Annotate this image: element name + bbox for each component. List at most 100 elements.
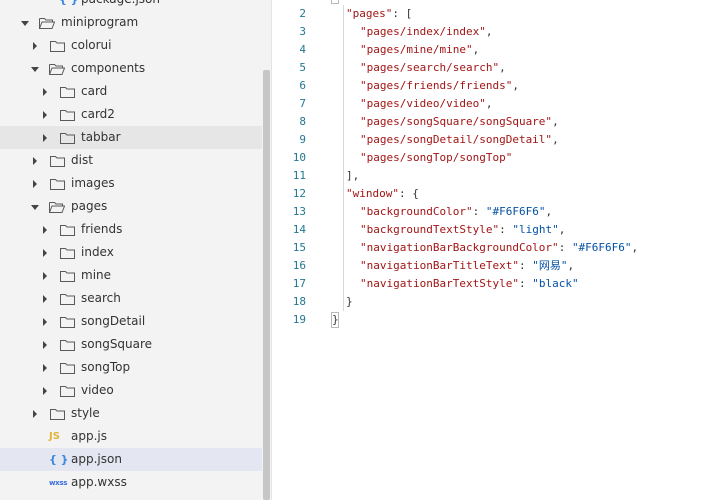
tree-item-label: style — [71, 406, 100, 420]
line-number: 14 — [292, 223, 306, 236]
chevron-right-icon[interactable] — [39, 362, 51, 374]
tree-file-app-json[interactable]: { } app.json — [0, 448, 262, 471]
code-line[interactable]: 13 "backgroundColor": "#F6F6F6", — [272, 203, 701, 221]
chevron-right-icon[interactable] — [39, 224, 51, 236]
explorer-scrollbar-thumb[interactable] — [263, 70, 270, 500]
code-line[interactable]: 12 "window": { — [272, 185, 701, 203]
code-text: "pages/friends/friends", — [360, 77, 519, 95]
line-number: 10 — [292, 151, 306, 164]
tree-folder-video[interactable]: video — [0, 379, 262, 402]
line-number: 13 — [292, 205, 306, 218]
folder-open-icon — [49, 62, 65, 76]
line-number: 3 — [299, 25, 306, 38]
code-text: "navigationBarBackgroundColor": "#F6F6F6… — [360, 239, 638, 257]
code-line[interactable]: 10 "pages/songTop/songTop" — [272, 149, 701, 167]
code-line[interactable]: 5 "pages/search/search", — [272, 59, 701, 77]
folder-icon — [59, 315, 75, 329]
json-key-token: "navigationBarBackgroundColor" — [360, 241, 559, 254]
chevron-down-icon[interactable] — [19, 17, 31, 29]
line-number: 9 — [299, 133, 306, 146]
tree-folder-mine[interactable]: mine — [0, 264, 262, 287]
code-line[interactable]: 14 "backgroundTextStyle": "light", — [272, 221, 701, 239]
tree-folder-card2[interactable]: card2 — [0, 103, 262, 126]
chevron-right-icon[interactable] — [39, 247, 51, 259]
chevron-right-icon[interactable] — [29, 155, 41, 167]
code-line[interactable]: 4 "pages/mine/mine", — [272, 41, 701, 59]
folder-icon — [59, 384, 75, 398]
tree-folder-tabbar[interactable]: tabbar — [0, 126, 262, 149]
tree-folder-pages[interactable]: pages — [0, 195, 262, 218]
tree-folder-songsquare[interactable]: songSquare — [0, 333, 262, 356]
tree-file-package-json[interactable]: { }package.json — [0, 0, 262, 11]
chevron-down-icon[interactable] — [29, 201, 41, 213]
tree-folder-style[interactable]: style — [0, 402, 262, 425]
line-number: 7 — [299, 97, 306, 110]
json-punc-token: , — [567, 259, 575, 272]
code-line[interactable]: 18} — [272, 293, 701, 311]
tree-folder-miniprogram[interactable]: miniprogram — [0, 11, 262, 34]
line-number: 8 — [299, 115, 306, 128]
folder-icon — [49, 407, 65, 421]
code-text: "pages/songTop/songTop" — [360, 149, 512, 167]
code-text: "pages/songSquare/songSquare", — [360, 113, 559, 131]
tree-item-label: mine — [81, 268, 112, 282]
code-editor[interactable]: 2 "pages": [ 3 "pages/index/index", 4 "pages/… — [272, 0, 701, 500]
code-text: "pages/index/index", — [360, 23, 492, 41]
chevron-right-icon[interactable] — [39, 109, 51, 121]
code-text: "pages/search/search", — [360, 59, 506, 77]
folder-icon — [59, 361, 75, 375]
code-line[interactable]: 6 "pages/friends/friends", — [272, 77, 701, 95]
chevron-right-icon[interactable] — [29, 40, 41, 52]
explorer-scrollbar-track[interactable] — [262, 0, 271, 500]
code-line[interactable]: 3 "pages/index/index", — [272, 23, 701, 41]
tree-folder-components[interactable]: components — [0, 57, 262, 80]
code-line[interactable]: 7 "pages/video/video", — [272, 95, 701, 113]
line-number: 6 — [299, 79, 306, 92]
chevron-right-icon[interactable] — [29, 178, 41, 190]
code-line[interactable]: 2 "pages": [ — [272, 5, 701, 23]
line-number: 16 — [292, 259, 306, 272]
json-punc-token: : — [558, 241, 572, 254]
chevron-right-icon[interactable] — [29, 408, 41, 420]
tree-folder-images[interactable]: images — [0, 172, 262, 195]
tree-folder-colorui[interactable]: colorui — [0, 34, 262, 57]
json-punc-token: } — [346, 295, 353, 308]
folder-icon — [59, 246, 75, 260]
tree-item-label: miniprogram — [61, 15, 139, 29]
tree-folder-card[interactable]: card — [0, 80, 262, 103]
tree-item-label: pages — [71, 199, 108, 213]
code-line[interactable]: 8 "pages/songSquare/songSquare", — [272, 113, 701, 131]
chevron-right-icon[interactable] — [39, 293, 51, 305]
code-line[interactable]: 16 "navigationBarTitleText": "网易", — [272, 257, 701, 275]
code-line[interactable]: 15 "navigationBarBackgroundColor": "#F6F6… — [272, 239, 701, 257]
chevron-down-icon[interactable] — [29, 63, 41, 75]
code-line[interactable]: 9 "pages/songDetail/songDetail", — [272, 131, 701, 149]
json-punc-token: : { — [398, 187, 419, 200]
chevron-right-icon[interactable] — [39, 339, 51, 351]
json-key-token: "pages/songTop/songTop" — [360, 151, 513, 164]
chevron-right-icon[interactable] — [39, 385, 51, 397]
tree-folder-index[interactable]: index — [0, 241, 262, 264]
chevron-right-icon[interactable] — [39, 86, 51, 98]
json-key-token: "pages/mine/mine" — [360, 43, 473, 56]
file-explorer: { }package.json miniprogram colorui compone… — [0, 0, 262, 500]
tree-folder-friends[interactable]: friends — [0, 218, 262, 241]
tree-file-app-js[interactable]: JS app.js — [0, 425, 262, 448]
folder-icon — [59, 292, 75, 306]
chevron-right-icon[interactable] — [39, 132, 51, 144]
chevron-right-icon[interactable] — [39, 270, 51, 282]
chevron-right-icon[interactable] — [39, 316, 51, 328]
code-line[interactable]: 17 "navigationBarTextStyle": "black" — [272, 275, 701, 293]
tree-folder-dist[interactable]: dist — [0, 149, 262, 172]
tree-folder-songtop[interactable]: songTop — [0, 356, 262, 379]
tree-folder-songdetail[interactable]: songDetail — [0, 310, 262, 333]
tree-file-app-wxss[interactable]: wxss app.wxss — [0, 471, 262, 494]
tree-folder-search[interactable]: search — [0, 287, 262, 310]
tree-item-label: colorui — [71, 38, 112, 52]
folder-icon — [59, 269, 75, 283]
json-punc-token: , — [631, 241, 639, 254]
tree-item-label: friends — [81, 222, 123, 236]
json-punc-token: , — [545, 205, 553, 218]
json-file-icon: { } — [59, 0, 79, 6]
code-line[interactable]: 11], — [272, 167, 701, 185]
